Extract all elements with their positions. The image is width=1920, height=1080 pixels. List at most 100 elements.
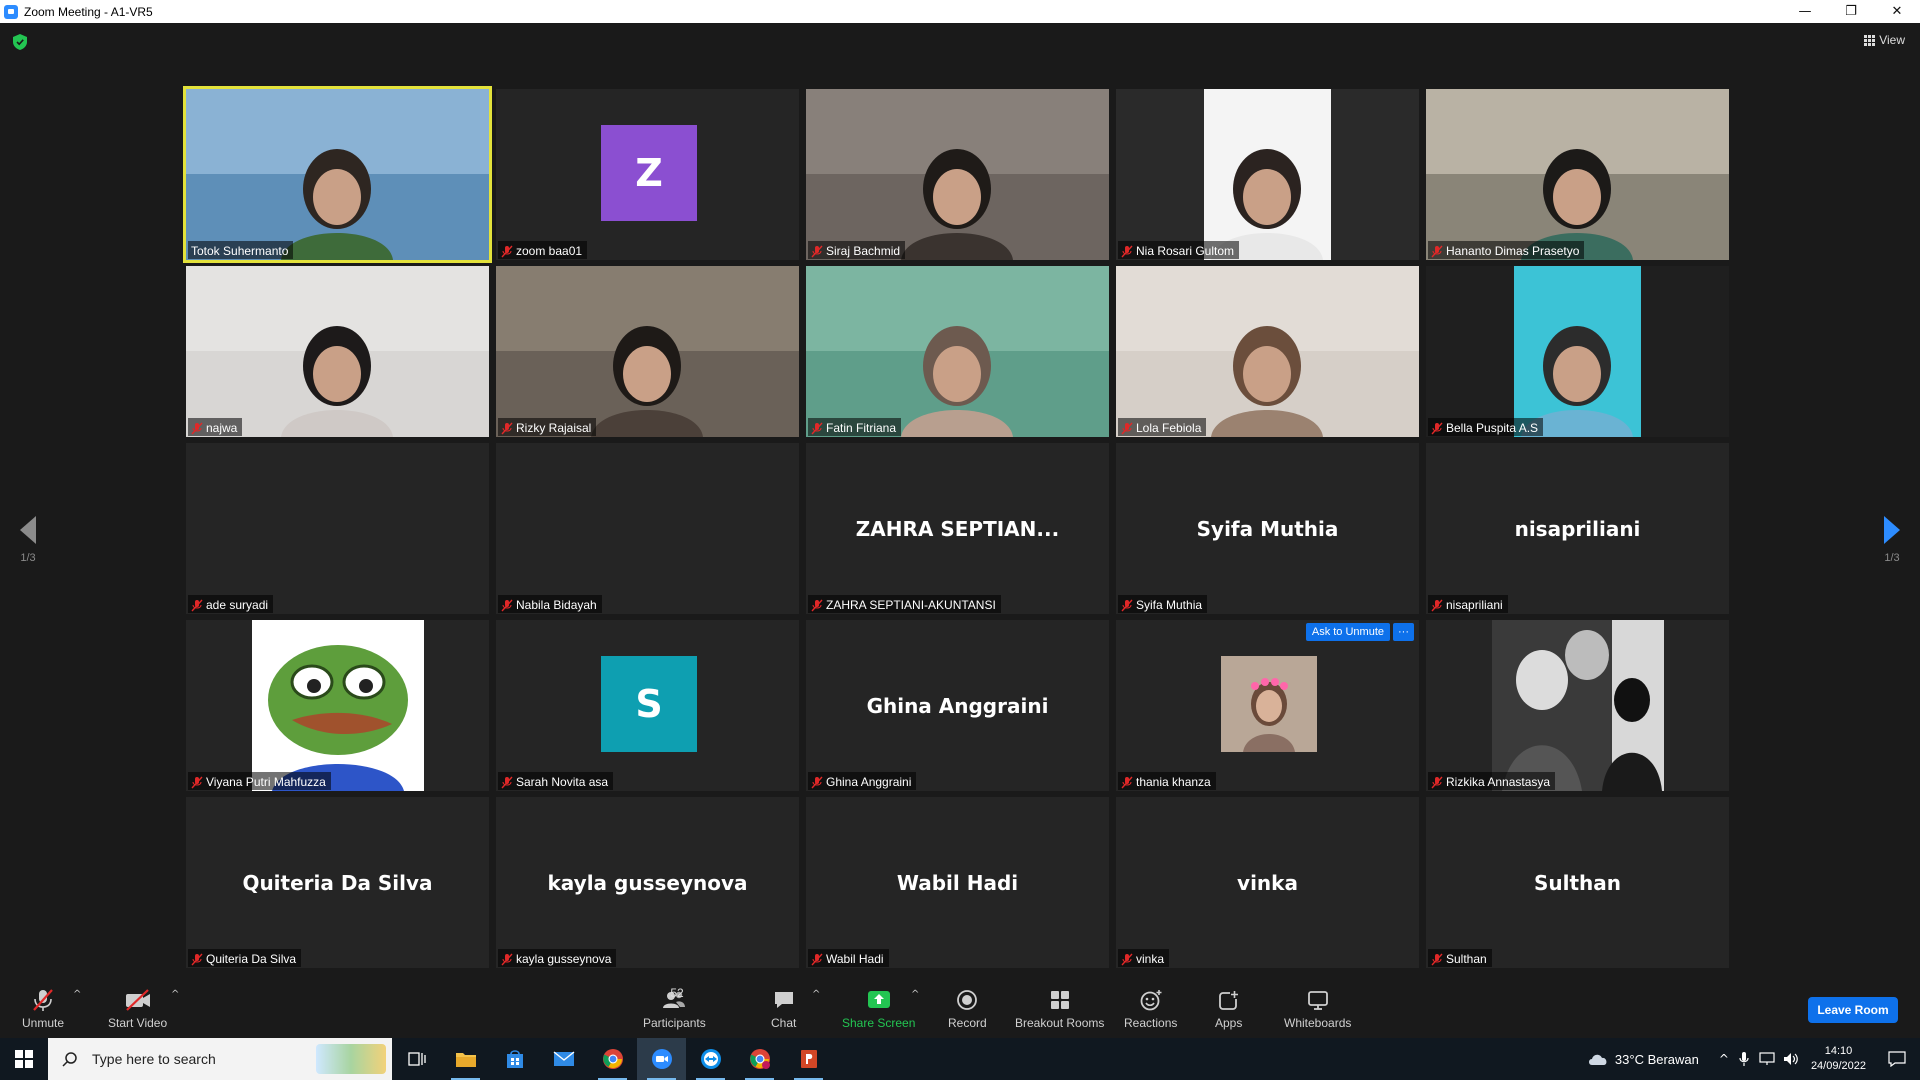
participant-tile[interactable]: Hananto Dimas Prasetyo	[1426, 89, 1729, 260]
chat-button[interactable]: Chat	[771, 988, 796, 1030]
close-button[interactable]: ✕	[1874, 0, 1920, 23]
participant-name-tag: Sarah Novita asa	[498, 772, 614, 790]
participant-tile[interactable]: Ghina Anggraini Ghina Anggraini	[806, 620, 1109, 791]
share-screen-button[interactable]: Share Screen	[842, 988, 915, 1030]
participant-display-name: nisapriliani	[1514, 516, 1641, 541]
view-button[interactable]: View	[1864, 33, 1905, 47]
participant-tile[interactable]: ade suryadi	[186, 443, 489, 614]
next-page-button[interactable]: 1/3	[1872, 516, 1912, 564]
participant-tile[interactable]: vinka vinka	[1116, 797, 1419, 968]
chevron-up-icon[interactable]: ^	[1719, 1052, 1729, 1066]
participant-tile[interactable]: Fatin Fitriana	[806, 266, 1109, 437]
taskbar-mail[interactable]	[539, 1038, 588, 1080]
participant-display-name: Syifa Muthia	[1196, 516, 1339, 541]
participant-tile[interactable]: Nabila Bidayah	[496, 443, 799, 614]
participant-tile[interactable]: Sulthan Sulthan	[1426, 797, 1729, 968]
page-indicator-left: 1/3	[20, 552, 36, 564]
task-view-button[interactable]	[392, 1038, 441, 1080]
participant-video-feed	[806, 89, 1109, 260]
start-button[interactable]	[0, 1038, 48, 1080]
participant-tile[interactable]: Bella Puspita A.S	[1426, 266, 1729, 437]
unmute-button[interactable]: Unmute	[22, 988, 64, 1030]
search-icon	[62, 1052, 77, 1067]
muted-mic-icon	[191, 953, 203, 965]
participant-name: Hananto Dimas Prasetyo	[1446, 244, 1580, 258]
participant-name-tag: kayla gusseynova	[498, 949, 617, 967]
muted-mic-icon	[1431, 953, 1443, 965]
participant-tile[interactable]: S Sarah Novita asa	[496, 620, 799, 791]
participant-name-tag: Wabil Hadi	[808, 949, 889, 967]
participant-tile[interactable]: Lola Febiola	[1116, 266, 1419, 437]
participant-name-tag: thania khanza	[1118, 772, 1216, 790]
ask-to-unmute-button[interactable]: Ask to Unmute	[1305, 623, 1390, 641]
muted-mic-icon	[811, 599, 823, 611]
taskbar-file-explorer[interactable]	[441, 1038, 490, 1080]
muted-mic-icon	[191, 776, 203, 788]
taskbar-search-box[interactable]: Type here to search	[48, 1038, 392, 1080]
chat-options-caret-icon[interactable]: ^	[812, 989, 820, 1000]
participant-video-feed	[806, 266, 1109, 437]
taskbar-zoom[interactable]	[637, 1038, 686, 1080]
taskbar-teamviewer[interactable]	[686, 1038, 735, 1080]
previous-page-button[interactable]: 1/3	[8, 516, 48, 564]
start-video-button[interactable]: Start Video	[108, 988, 167, 1030]
taskbar-store[interactable]	[490, 1038, 539, 1080]
reactions-smiley-icon	[1140, 990, 1162, 1011]
participant-name-tag: zoom baa01	[498, 241, 588, 259]
participant-tile[interactable]: Syifa Muthia Syifa Muthia	[1116, 443, 1419, 614]
participant-name: thania khanza	[1136, 775, 1211, 789]
participant-display-name: Quiteria Da Silva	[242, 870, 433, 895]
apps-button[interactable]: Apps	[1215, 988, 1242, 1030]
participant-tile[interactable]: Rizky Rajaisal	[496, 266, 799, 437]
participant-name: Bella Puspita A.S	[1446, 421, 1539, 435]
participant-tile[interactable]: nisapriliani nisapriliani	[1426, 443, 1729, 614]
participant-tile[interactable]: Wabil Hadi Wabil Hadi	[806, 797, 1109, 968]
microphone-icon[interactable]	[1739, 1051, 1749, 1067]
participant-name-tag: Ghina Anggraini	[808, 772, 917, 790]
volume-icon[interactable]	[1783, 1052, 1799, 1066]
participant-name-tag: Syifa Muthia	[1118, 595, 1208, 613]
participant-tile[interactable]: Nia Rosari Gultom	[1116, 89, 1419, 260]
network-icon[interactable]	[1759, 1052, 1775, 1066]
reactions-button[interactable]: Reactions	[1124, 988, 1177, 1030]
participant-tile[interactable]: Rizkika Annastasya	[1426, 620, 1729, 791]
more-options-button[interactable]: ···	[1393, 623, 1414, 641]
store-bag-icon	[506, 1050, 523, 1068]
video-options-caret-icon[interactable]: ^	[171, 989, 179, 1000]
participant-tile[interactable]: Quiteria Da Silva Quiteria Da Silva	[186, 797, 489, 968]
participant-name-tag: Quiteria Da Silva	[188, 949, 302, 967]
audio-options-caret-icon[interactable]: ^	[73, 989, 81, 1000]
participant-tile[interactable]: ZAHRA SEPTIAN... ZAHRA SEPTIANI-AKUNTANSI	[806, 443, 1109, 614]
muted-mic-icon	[1431, 422, 1443, 434]
muted-mic-icon	[1121, 422, 1133, 434]
participant-tile[interactable]: kayla gusseynova kayla gusseynova	[496, 797, 799, 968]
participant-tile[interactable]: Totok Suhermanto	[183, 86, 492, 263]
minimize-button[interactable]: —	[1782, 0, 1828, 23]
participant-name-tag: Fatin Fitriana	[808, 418, 902, 436]
record-button[interactable]: Record	[948, 988, 987, 1030]
participant-tile[interactable]: Ask to Unmute ··· thania khanza	[1116, 620, 1419, 791]
restore-button[interactable]: ❐	[1828, 0, 1874, 23]
participant-tile[interactable]: najwa	[186, 266, 489, 437]
participant-name: nisapriliani	[1446, 598, 1503, 612]
encryption-shield-icon[interactable]	[13, 34, 27, 50]
leave-room-button[interactable]: Leave Room	[1808, 997, 1898, 1023]
notifications-icon[interactable]	[1888, 1051, 1906, 1067]
whiteboards-button[interactable]: Whiteboards	[1284, 988, 1351, 1030]
taskbar-chrome[interactable]	[588, 1038, 637, 1080]
window-titlebar: Zoom Meeting - A1-VR5 — ❐ ✕	[0, 0, 1920, 23]
participant-avatar: S	[601, 656, 697, 752]
breakout-rooms-button[interactable]: Breakout Rooms	[1015, 988, 1104, 1030]
participant-name-tag: Siraj Bachmid	[808, 241, 906, 259]
share-screen-label: Share Screen	[842, 1016, 916, 1030]
weather-text[interactable]: 33°C Berawan	[1615, 1052, 1699, 1067]
participant-tile[interactable]: Siraj Bachmid	[806, 89, 1109, 260]
participants-button[interactable]: 52 Participants	[643, 986, 706, 1030]
share-options-caret-icon[interactable]: ^	[911, 989, 919, 1000]
participant-tile[interactable]: Viyana Putri Mahfuzza	[186, 620, 489, 791]
taskbar-clock[interactable]: 14:10 24/09/2022	[1811, 1044, 1866, 1074]
participant-tile[interactable]: Zzoom baa01	[496, 89, 799, 260]
participant-name-tag: Rizky Rajaisal	[498, 418, 597, 436]
taskbar-powerpoint[interactable]	[784, 1038, 833, 1080]
taskbar-chrome-profile[interactable]	[735, 1038, 784, 1080]
